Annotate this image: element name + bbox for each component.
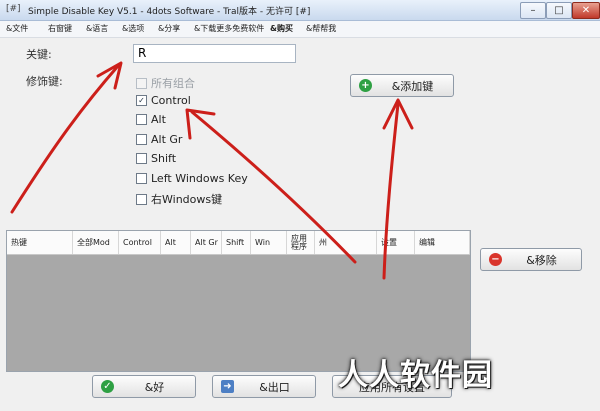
arrow-to-control — [190, 110, 357, 264]
arrow-head-control — [185, 108, 216, 140]
arrow-to-add-key — [382, 102, 400, 280]
watermark-logo: 人人软件园 — [338, 358, 493, 393]
annotation-arrows — [10, 61, 414, 280]
annotation-arrows-group — [10, 61, 414, 280]
app-window: [#] Simple Disable Key V5.1 - 4dots Soft… — [0, 0, 600, 411]
arrow-to-key-field — [10, 64, 120, 214]
